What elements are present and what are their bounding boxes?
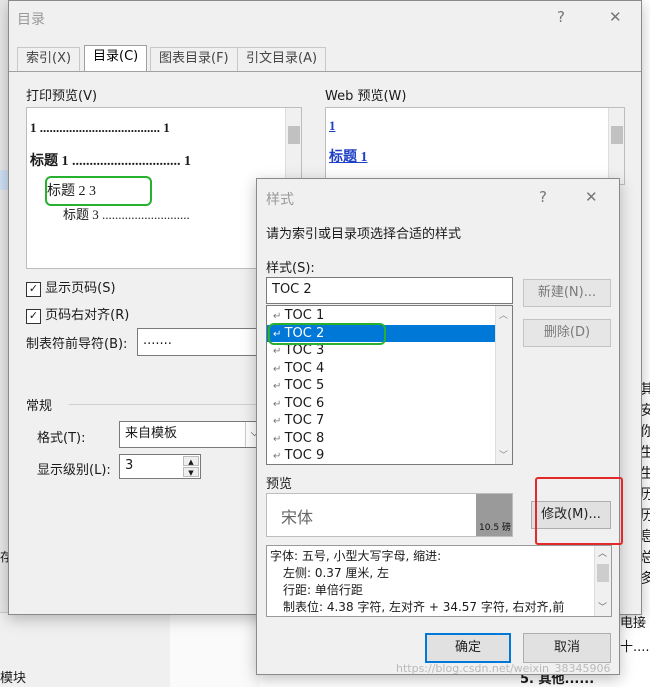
scroll-down-icon[interactable]: ﹀ [598,600,607,613]
description-line-1: 字体: 五号, 小型大写字母, 缩进: [270,549,442,563]
show-page-numbers-checkbox[interactable]: ✓ 显示页码(S) [26,277,116,297]
toc-dialog-title: 目录 [17,12,45,28]
style-preview-box: 宋体 10.5 磅 [266,493,513,537]
help-button[interactable]: ? [539,188,547,206]
right-align-checkbox[interactable]: ✓ 页码右对齐(R) [26,304,129,324]
bottom-left-text: 模块 [0,671,27,686]
style-dialog: 样式 ? ✕ 请为索引或目录项选择合适的样式 样式(S): TOC 2 ↵ TO… [256,178,623,675]
description-line-2: 左侧: 0.37 厘米, 左 [283,566,390,580]
return-arrow-icon: ↵ [273,346,285,357]
description-line-4: 制表位: 4.38 字符, 左对齐 + 34.57 字符, 右对齐,前 [283,600,565,614]
style-list-scrollbar[interactable]: ︿ ﹀ [495,306,512,464]
checkmark-icon: ✓ [26,309,41,324]
doc-line-2: 十..... [620,640,650,655]
show-page-numbers-label: 显示页码(S) [45,281,116,296]
style-list-item[interactable]: ↵ TOC 1 [267,307,495,325]
style-description-box: 字体: 五号, 小型大写字母, 缩进: 左侧: 0.37 厘米, 左 行距: 单… [266,545,612,617]
style-list-item[interactable]: ↵ TOC 7 [267,412,495,430]
tab-index[interactable]: 索引(X) [17,47,81,71]
cancel-button[interactable]: 取消 [523,633,611,663]
doc-fragment [170,612,260,687]
new-style-button[interactable]: 新建(N)... [523,279,611,307]
style-list-item-label: TOC 9 [284,448,325,463]
style-dialog-title: 样式 [266,192,294,208]
scrollbar-thumb[interactable] [288,126,300,144]
preview-font-sample: 宋体 [281,510,314,527]
return-arrow-icon: ↵ [273,363,285,375]
help-button[interactable]: ? [557,8,565,26]
return-arrow-icon: ↵ [273,451,285,462]
ok-button[interactable]: 确定 [425,633,511,663]
close-icon[interactable]: ✕ [609,8,622,26]
watermark: https://blog.csdn.net/weixin_38345906 [396,662,611,675]
group-divider [69,404,269,405]
format-select[interactable]: 来自模板 ⌵ [119,421,264,448]
format-label: 格式(T): [37,431,86,446]
scroll-up-icon[interactable]: ︿ [499,308,508,321]
spin-up-icon[interactable]: ▲ [183,456,199,466]
right-align-label: 页码右对齐(R) [45,308,130,323]
format-value: 来自模板 [125,426,178,441]
print-preview-line-2: 标题 1 ............................... 1 [30,154,191,169]
tab-divider [9,71,641,72]
green-highlight-preview [45,176,152,206]
levels-value: 3 [125,458,134,473]
scrollbar-thumb[interactable] [597,564,609,582]
styles-label: 样式(S): [266,261,315,276]
style-list-item[interactable]: ↵ TOC 4 [267,360,495,378]
web-preview-line-1[interactable]: 1 [329,118,336,134]
preview-size: 10.5 磅 [479,523,511,533]
style-list-item-label: TOC 4 [284,360,325,376]
preview-label: 预览 [266,477,293,492]
spin-down-icon[interactable]: ▼ [183,467,199,477]
levels-stepper[interactable]: 3 ▲ ▼ [119,454,201,479]
print-preview-line-4: 标题 3 ........................... [63,207,190,222]
web-preview-label: Web 预览(W) [325,89,407,104]
return-arrow-icon: ↵ [273,311,285,322]
style-name-input[interactable]: TOC 2 [266,277,513,304]
style-list-item-label: TOC 6 [284,395,325,411]
print-preview-label: 打印预览(V) [26,89,98,104]
scroll-down-icon[interactable]: ﹀ [499,448,508,461]
scrollbar-thumb[interactable] [611,126,623,144]
red-highlight-modify [535,477,623,545]
web-preview-scrollbar[interactable] [608,108,624,184]
style-list-item-label: TOC 1 [284,308,325,323]
tab-figures[interactable]: 图表目录(F) [150,47,238,71]
web-preview-line-2[interactable]: 标题 1 [329,146,368,166]
checkmark-icon: ✓ [26,282,41,297]
style-list-item[interactable]: ↵ TOC 5 [267,377,495,395]
delete-style-button[interactable]: 删除(D) [523,319,611,347]
style-list-item[interactable]: ↵ TOC 6 [267,395,495,413]
instruction-text: 请为索引或目录项选择合适的样式 [266,227,462,242]
return-arrow-icon: ↵ [273,433,285,445]
scroll-up-icon[interactable]: ︿ [598,546,607,559]
style-list-item[interactable]: ↵ TOC 9 [267,447,495,465]
tab-leader-select[interactable]: ....... [137,328,267,356]
description-line-3: 行距: 单倍行距 [283,583,363,597]
general-group-label: 常规 [26,399,53,414]
style-list-item-label: TOC 7 [284,413,325,428]
return-arrow-icon: ↵ [273,381,285,392]
tab-leader-label: 制表符前导符(B): [26,337,128,352]
return-arrow-icon: ↵ [273,416,285,427]
preview-size-strip: 10.5 磅 [476,494,512,536]
style-list-item-label: TOC 8 [284,430,325,446]
levels-label: 显示级别(L): [37,463,111,478]
web-preview-box: 1 标题 1 [325,107,625,185]
tab-citations[interactable]: 引文目录(A) [237,47,327,71]
style-list-item-label: TOC 5 [284,378,325,393]
close-icon[interactable]: ✕ [585,188,598,206]
print-preview-line-1: 1 ..................................... … [30,120,170,135]
green-highlight-toc2 [268,323,386,345]
description-scrollbar[interactable]: ︿ ﹀ [594,546,611,616]
style-list-item[interactable]: ↵ TOC 8 [267,430,495,448]
tab-toc[interactable]: 目录(C) [84,45,148,71]
return-arrow-icon: ↵ [273,398,285,410]
style-list-item-label: TOC 3 [284,343,325,358]
